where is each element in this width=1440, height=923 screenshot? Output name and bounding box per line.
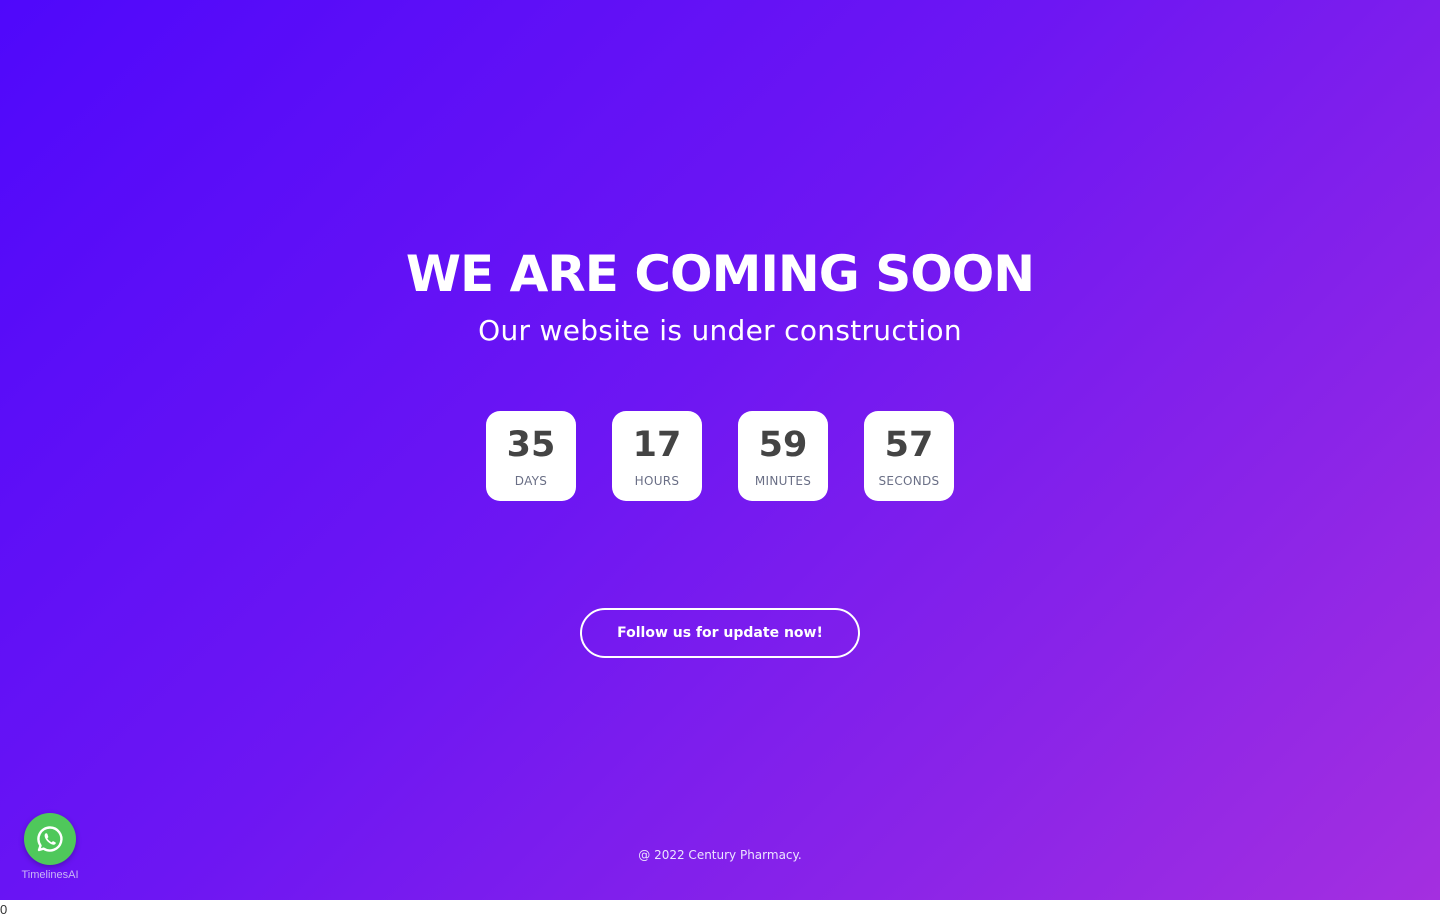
stray-text: 0	[0, 902, 8, 917]
countdown-minutes-label: MINUTES	[754, 474, 812, 488]
whatsapp-chat-button[interactable]	[24, 813, 76, 865]
countdown-hours: 17 HOURS	[612, 411, 702, 501]
countdown-minutes-value: 59	[758, 425, 808, 465]
countdown-days-label: DAYS	[514, 474, 548, 488]
countdown-seconds-label: SECONDS	[878, 474, 940, 488]
whatsapp-icon	[37, 826, 63, 852]
countdown-timer: 35 DAYS 17 HOURS 59 MINUTES 57 SECONDS	[486, 411, 954, 501]
page-title: WE ARE COMING SOON	[405, 245, 1035, 303]
countdown-days: 35 DAYS	[486, 411, 576, 501]
countdown-minutes: 59 MINUTES	[738, 411, 828, 501]
whatsapp-widget-label: TimelinesAI	[21, 869, 79, 881]
countdown-hours-value: 17	[632, 425, 682, 465]
countdown-seconds-value: 57	[884, 425, 934, 465]
footer-copyright: @ 2022 Century Pharmacy.	[638, 848, 802, 862]
countdown-seconds: 57 SECONDS	[864, 411, 954, 501]
countdown-days-value: 35	[506, 425, 556, 465]
page-subtitle: Our website is under construction	[478, 314, 962, 347]
follow-us-button[interactable]: Follow us for update now!	[580, 608, 860, 658]
hero-section: WE ARE COMING SOON Our website is under …	[0, 0, 1440, 900]
countdown-hours-label: HOURS	[634, 474, 680, 488]
